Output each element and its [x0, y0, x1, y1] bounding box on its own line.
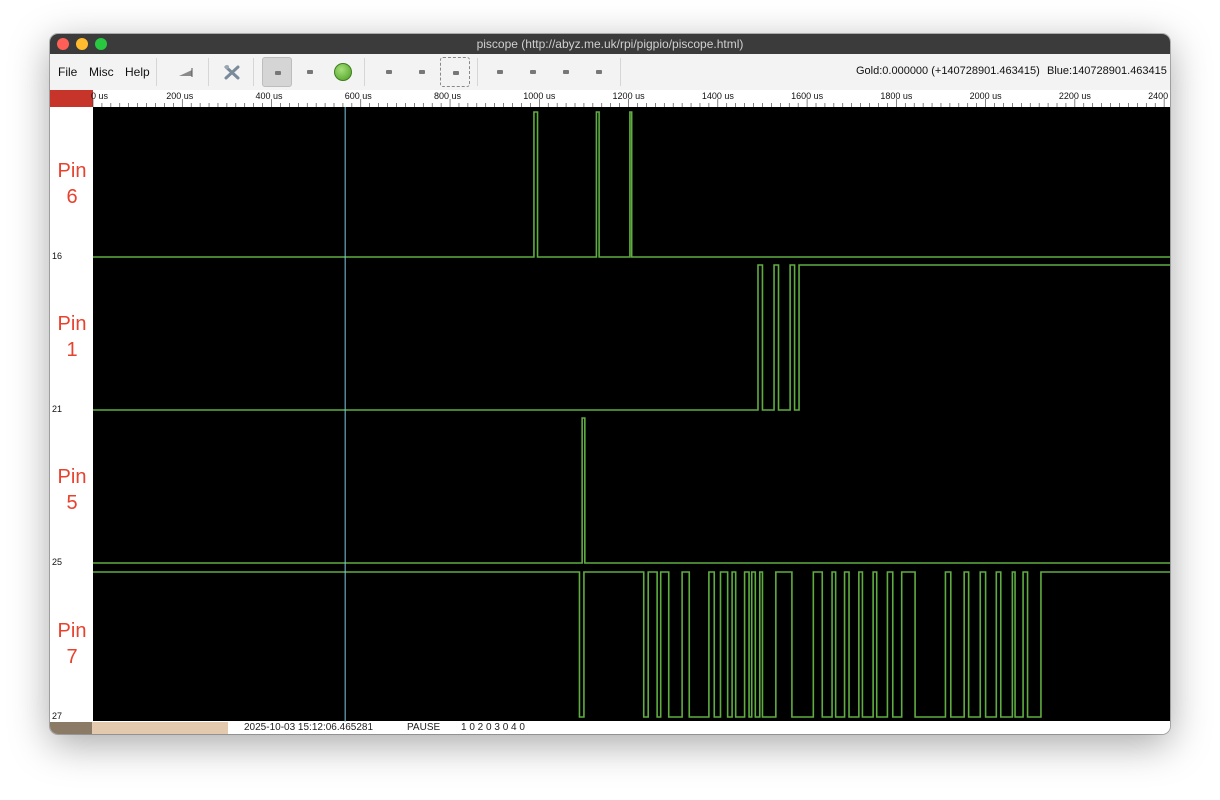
toolbar-separator — [208, 58, 209, 86]
trigger-3-icon — [563, 70, 569, 74]
zoom-fit-icon — [453, 71, 459, 75]
toolbar-separator — [156, 58, 157, 86]
trigger-1-button[interactable] — [485, 57, 515, 87]
gpio-number: 27 — [52, 711, 63, 721]
toolbar-separator — [253, 58, 254, 86]
trace-label-line1: Pin — [57, 313, 87, 335]
trace-lane-background — [93, 413, 1170, 567]
gold-cursor-readout: Gold:0.000000 (+140728901.463415) — [856, 65, 1040, 77]
blue-cursor-readout: Blue:140728901.463415 — [1047, 65, 1167, 77]
trace-label-line2: 6 — [66, 186, 78, 208]
ruler-ticks — [92, 99, 1165, 107]
time-ruler[interactable]: 0 us 200 us 400 us 600 us 800 us 1000 us 1200 … — [50, 90, 1170, 107]
ruler-tick-label: 200 us — [166, 91, 194, 101]
buffer-progress-bar — [92, 722, 228, 734]
ruler-tick-label: 1400 us — [701, 91, 734, 101]
status-counters: 1 0 2 0 3 0 4 0 — [461, 722, 525, 733]
ruler-tick-label: 600 us — [344, 91, 372, 101]
trace-label: Pin 7 — [52, 618, 92, 670]
waveform-canvas[interactable] — [50, 107, 1170, 722]
zoom-in-icon — [386, 70, 392, 74]
trigger-4-button[interactable] — [584, 57, 614, 87]
status-mode: PAUSE — [407, 722, 441, 733]
gpio-number: 21 — [52, 404, 63, 414]
signal-ramp-icon — [179, 68, 193, 77]
status-swatch-dark — [50, 722, 92, 734]
play-icon — [307, 70, 313, 74]
ruler-tick-label: 800 us — [434, 91, 462, 101]
zoom-in-button[interactable] — [374, 57, 404, 87]
menu-help[interactable]: Help — [125, 65, 150, 79]
ruler-tick-label: 1000 us — [523, 91, 556, 101]
trace-label-line1: Pin — [57, 160, 87, 182]
window-title: piscope (http://abyz.me.uk/rpi/pigpio/pi… — [476, 37, 744, 51]
status-timestamp: 2025-10-03 15:12:06.465281 — [244, 722, 374, 733]
live-mode-button[interactable] — [262, 57, 292, 87]
trace-label-line2: 7 — [66, 646, 78, 668]
ruler-tick-label: 1200 us — [612, 91, 645, 101]
trace-label: Pin 6 — [52, 158, 92, 210]
trigger-2-icon — [530, 70, 536, 74]
title-bar: piscope (http://abyz.me.uk/rpi/pigpio/pi… — [50, 34, 1170, 55]
trigger-3-button[interactable] — [551, 57, 581, 87]
trigger-2-button[interactable] — [518, 57, 548, 87]
menu-file[interactable]: File — [58, 65, 77, 79]
toolbar-separator — [364, 58, 365, 86]
menu-misc[interactable]: Misc — [89, 65, 114, 79]
ruler-tick-label: 2400 — [1148, 91, 1169, 101]
trace-label-line2: 5 — [66, 492, 78, 514]
run-status-led[interactable] — [328, 57, 358, 87]
ruler-tick-label: 2200 us — [1058, 91, 1091, 101]
toolbar: File Misc Help Gold:0.000000 (+140728901… — [50, 54, 1170, 90]
trace-lane-background — [93, 567, 1170, 721]
trace-label: Pin 5 — [52, 464, 92, 516]
gpio-number: 25 — [52, 557, 63, 567]
ruler-tick-label: 400 us — [255, 91, 283, 101]
trace-area[interactable]: Pin 6 16 Pin 1 21 Pin 5 25 Pin 7 27 — [50, 107, 1170, 722]
trigger-1-icon — [497, 70, 503, 74]
live-icon — [275, 71, 281, 75]
trace-label-line2: 1 — [66, 339, 78, 361]
trace-label: Pin 1 — [52, 311, 92, 363]
trigger-4-icon — [596, 70, 602, 74]
zoom-out-icon — [419, 70, 425, 74]
play-mode-button[interactable] — [295, 57, 325, 87]
ruler-tick-label: 1600 us — [791, 91, 824, 101]
zoom-out-button[interactable] — [407, 57, 437, 87]
status-bar: 2025-10-03 15:12:06.465281 PAUSE 1 0 2 0… — [50, 722, 1170, 734]
trace-lane-background — [93, 260, 1170, 414]
zoom-fit-button[interactable] — [440, 57, 470, 87]
tools-icon-button[interactable] — [217, 57, 247, 87]
toolbar-separator — [477, 58, 478, 86]
ruler-tick-label: 0 us — [91, 91, 109, 101]
trace-label-line1: Pin — [57, 466, 87, 488]
tools-icon — [224, 65, 240, 80]
ruler-tick-label: 1800 us — [880, 91, 913, 101]
trace-label-line1: Pin — [57, 620, 87, 642]
status-led-icon — [334, 63, 352, 81]
ruler-tick-label: 2000 us — [969, 91, 1002, 101]
toolbar-separator — [620, 58, 621, 86]
piscope-window: piscope (http://abyz.me.uk/rpi/pigpio/pi… — [50, 34, 1170, 734]
gpio-number: 16 — [52, 251, 63, 261]
trigger-icon-button[interactable] — [172, 57, 202, 87]
